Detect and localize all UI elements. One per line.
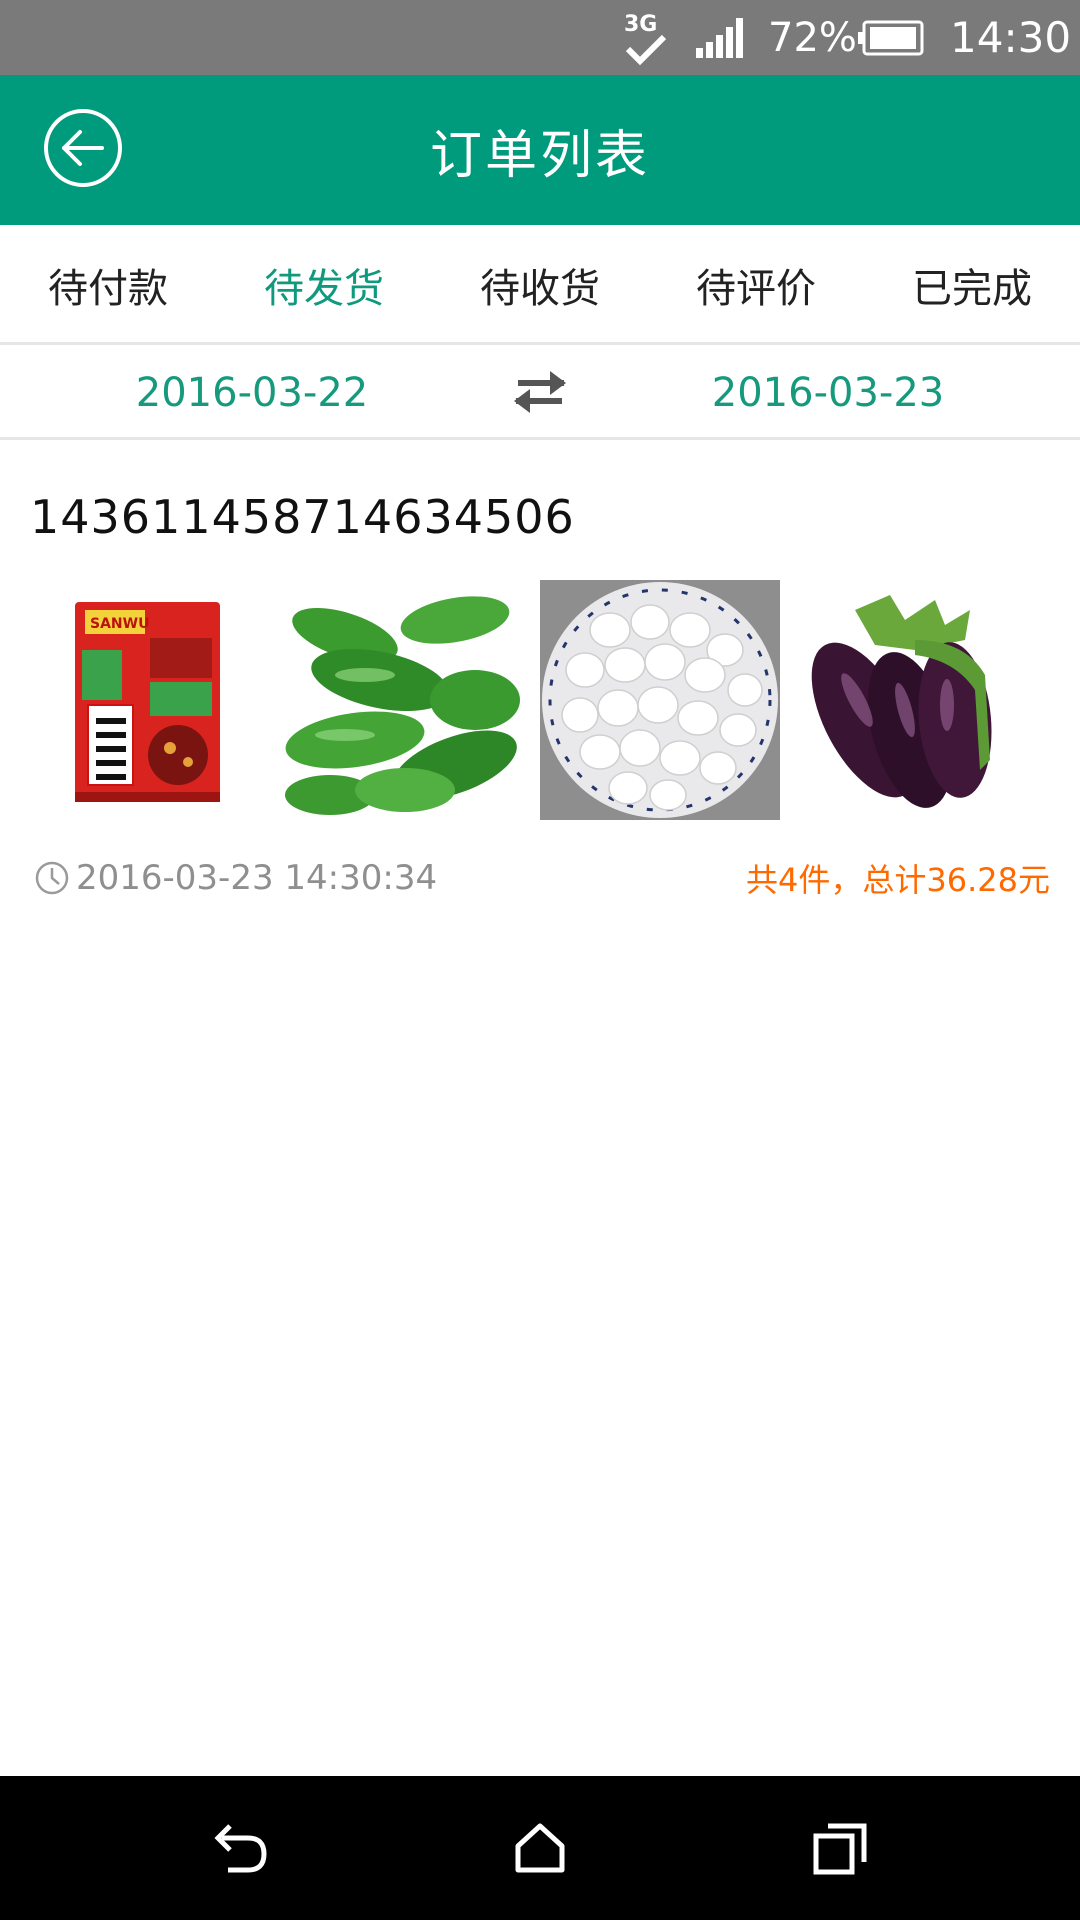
system-nav-bar (0, 1776, 1080, 1920)
nav-recents-button[interactable] (770, 1776, 910, 1920)
tab-pending-payment[interactable]: 待付款 (0, 225, 216, 345)
order-time: 2016-03-23 14:30:34 (34, 848, 437, 908)
date-to[interactable]: 2016-03-23 (648, 345, 1008, 440)
back-button[interactable] (42, 107, 124, 189)
product-image-eggplants[interactable] (795, 580, 1035, 820)
app-root: 3G 72% 14:30 订单列表 待付款 待发货 待收货 待评价 已完成 20… (0, 0, 1080, 1920)
tab-completed[interactable]: 已完成 (864, 225, 1080, 345)
status-bar: 3G 72% 14:30 (0, 0, 1080, 75)
order-number: 143611458714634506 (30, 490, 575, 544)
clock-icon (35, 861, 69, 895)
tab-pending-review[interactable]: 待评价 (648, 225, 864, 345)
date-range-filter: 2016-03-22 2016-03-23 (0, 345, 1080, 440)
page-title: 订单列表 (429, 125, 650, 186)
product-image-peppers[interactable] (285, 580, 525, 820)
product-thumbnails: SANWU (30, 580, 1050, 820)
order-summary: 共4件，总计36.28元 (746, 861, 1050, 899)
status-time: 14:30 (950, 13, 1072, 62)
tab-pending-shipment[interactable]: 待发货 (216, 225, 432, 345)
order-time-text: 2016-03-23 14:30:34 (76, 858, 438, 898)
order-footer: 2016-03-23 14:30:34 共4件，总计36.28元 (0, 848, 1080, 908)
signal-icon (696, 0, 752, 75)
product-image-quail-eggs[interactable] (540, 580, 780, 820)
swap-arrows-icon[interactable] (510, 367, 570, 417)
product-image-seasoning[interactable]: SANWU (30, 580, 270, 820)
nav-back-button[interactable] (170, 1776, 310, 1920)
network-3g-icon: 3G (622, 0, 672, 75)
nav-home-icon (515, 1823, 565, 1873)
back-arrow-icon (44, 109, 122, 187)
tab-pending-receipt[interactable]: 待收货 (432, 225, 648, 345)
nav-back-icon (214, 1824, 267, 1873)
date-from[interactable]: 2016-03-22 (72, 345, 432, 440)
nav-home-button[interactable] (470, 1776, 610, 1920)
battery-percent: 72% (768, 14, 857, 61)
app-header: 订单列表 (0, 75, 1080, 225)
svg-text:3G: 3G (624, 12, 657, 37)
order-status-tabs: 待付款 待发货 待收货 待评价 已完成 (0, 225, 1080, 345)
nav-recents-icon (813, 1823, 867, 1875)
battery-icon (856, 0, 926, 75)
svg-text:SANWU: SANWU (90, 616, 149, 632)
